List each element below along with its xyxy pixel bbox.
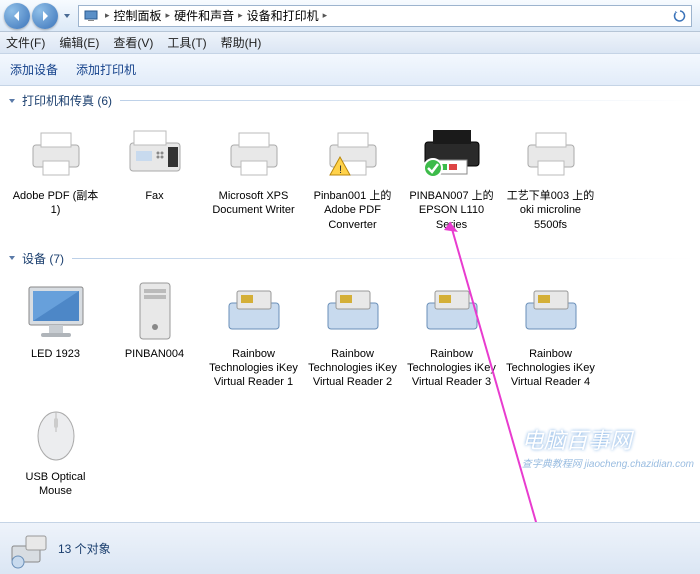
- details-pane: 13 个对象: [0, 522, 700, 574]
- card-reader-icon: [416, 279, 488, 343]
- divider: [72, 258, 694, 259]
- item-label: Fax: [145, 189, 163, 203]
- refresh-icon[interactable]: [673, 9, 687, 23]
- monitor-icon: [20, 279, 92, 343]
- item-label: 工艺下单003 上的 oki microline 5500fs: [503, 189, 598, 232]
- status-count: 13 个对象: [58, 540, 111, 557]
- card-reader-icon: [317, 279, 389, 343]
- add-printer-button[interactable]: 添加打印机: [76, 61, 136, 78]
- address-bar: ▸ 控制面板 ▸ 硬件和声音 ▸ 设备和打印机 ▸: [0, 0, 700, 32]
- printer-icon: [218, 121, 290, 185]
- item-label: Rainbow Technologies iKey Virtual Reader…: [404, 347, 499, 390]
- item-label: LED 1923: [31, 347, 80, 361]
- menu-view[interactable]: 查看(V): [113, 34, 153, 51]
- printer-icon: [20, 121, 92, 185]
- crumb-hardware-sound[interactable]: 硬件和声音: [174, 7, 234, 24]
- menu-edit[interactable]: 编辑(E): [59, 34, 99, 51]
- breadcrumb[interactable]: ▸ 控制面板 ▸ 硬件和声音 ▸ 设备和打印机 ▸: [78, 5, 692, 27]
- fax-icon: [119, 121, 191, 185]
- devices-icon: [8, 528, 50, 570]
- item-label: PINBAN004: [125, 347, 184, 361]
- item-label: USB Optical Mouse: [8, 470, 103, 499]
- card-reader-icon: [218, 279, 290, 343]
- section-title-printers: 打印机和传真 (6): [22, 92, 112, 109]
- crumb-devices-printers[interactable]: 设备和打印机: [247, 7, 319, 24]
- item-label: Rainbow Technologies iKey Virtual Reader…: [305, 347, 400, 390]
- item-label: Rainbow Technologies iKey Virtual Reader…: [206, 347, 301, 390]
- printer-item[interactable]: Adobe PDF (副本 1): [6, 115, 105, 238]
- device-item[interactable]: Rainbow Technologies iKey Virtual Reader…: [402, 273, 501, 396]
- printer-icon: [416, 121, 488, 185]
- add-device-button[interactable]: 添加设备: [10, 61, 58, 78]
- printer-item-default[interactable]: PINBAN007 上的 EPSON L110 Series: [402, 115, 501, 238]
- history-dropdown[interactable]: [60, 12, 74, 20]
- computer-icon: [83, 8, 99, 24]
- crumb-control-panel[interactable]: 控制面板: [114, 7, 162, 24]
- device-item[interactable]: LED 1923: [6, 273, 105, 396]
- section-header-devices[interactable]: 设备 (7): [0, 248, 700, 269]
- command-bar: 添加设备 添加打印机: [0, 54, 700, 86]
- svg-text:!: !: [339, 164, 342, 176]
- item-label: Pinban001 上的 Adobe PDF Converter: [305, 189, 400, 232]
- section-title-devices: 设备 (7): [22, 250, 64, 267]
- computer-tower-icon: [119, 279, 191, 343]
- menu-file[interactable]: 文件(F): [6, 34, 45, 51]
- device-item[interactable]: Rainbow Technologies iKey Virtual Reader…: [204, 273, 303, 396]
- default-check-icon: [424, 159, 442, 177]
- device-item[interactable]: PINBAN004: [105, 273, 204, 396]
- menu-bar: 文件(F) 编辑(E) 查看(V) 工具(T) 帮助(H): [0, 32, 700, 54]
- device-item[interactable]: Rainbow Technologies iKey Virtual Reader…: [501, 273, 600, 396]
- forward-button[interactable]: [32, 3, 58, 29]
- printer-icon: [515, 121, 587, 185]
- item-label: Microsoft XPS Document Writer: [206, 189, 301, 218]
- card-reader-icon: [515, 279, 587, 343]
- item-label: Rainbow Technologies iKey Virtual Reader…: [503, 347, 598, 390]
- section-header-printers[interactable]: 打印机和传真 (6): [0, 90, 700, 111]
- divider: [120, 100, 694, 101]
- menu-tools[interactable]: 工具(T): [167, 34, 206, 51]
- devices-grid: LED 1923 PINBAN004 Rainbow Technologies …: [0, 269, 700, 514]
- printer-item[interactable]: Microsoft XPS Document Writer: [204, 115, 303, 238]
- item-label: PINBAN007 上的 EPSON L110 Series: [404, 189, 499, 232]
- menu-help[interactable]: 帮助(H): [221, 34, 262, 51]
- printers-grid: Adobe PDF (副本 1) Fax Microsoft XPS Docum…: [0, 111, 700, 248]
- collapse-icon: [6, 252, 18, 264]
- printer-item[interactable]: 工艺下单003 上的 oki microline 5500fs: [501, 115, 600, 238]
- device-item[interactable]: Rainbow Technologies iKey Virtual Reader…: [303, 273, 402, 396]
- printer-item[interactable]: ! Pinban001 上的 Adobe PDF Converter: [303, 115, 402, 238]
- device-item[interactable]: USB Optical Mouse: [6, 396, 105, 505]
- printer-item[interactable]: Fax: [105, 115, 204, 238]
- content-area: 打印机和传真 (6) Adobe PDF (副本 1) Fax Microsof…: [0, 86, 700, 522]
- mouse-icon: [20, 402, 92, 466]
- printer-icon: !: [317, 121, 389, 185]
- back-button[interactable]: [4, 3, 30, 29]
- collapse-icon: [6, 95, 18, 107]
- item-label: Adobe PDF (副本 1): [8, 189, 103, 218]
